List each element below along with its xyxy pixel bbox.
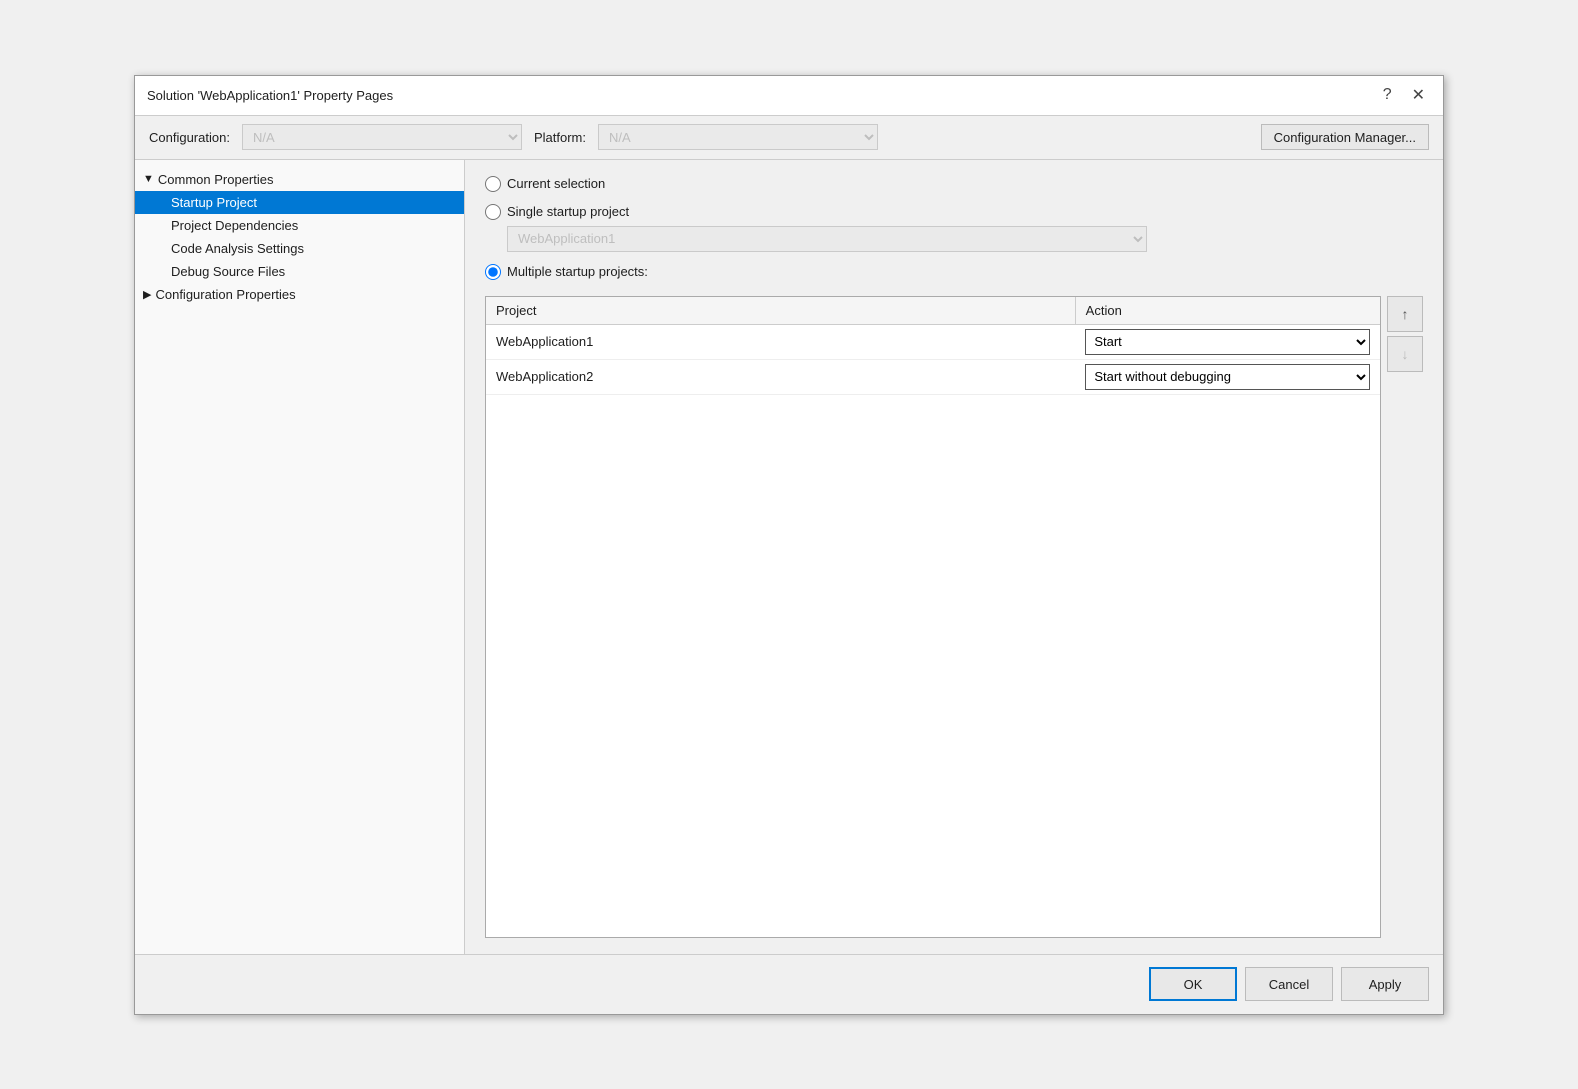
configuration-select[interactable]: N/A xyxy=(242,124,522,150)
main-content: ▼ Common Properties Startup Project Proj… xyxy=(135,160,1443,954)
dialog-title: Solution 'WebApplication1' Property Page… xyxy=(147,88,393,103)
single-project-select[interactable]: WebApplication1 xyxy=(507,226,1147,252)
startup-radio-group: Current selection Single startup project… xyxy=(485,176,1423,280)
action-cell[interactable]: None Start Start without debugging xyxy=(1075,325,1380,359)
sidebar-item-code-analysis[interactable]: Code Analysis Settings xyxy=(135,237,464,260)
table-header: Project Action xyxy=(486,297,1380,325)
sidebar: ▼ Common Properties Startup Project Proj… xyxy=(135,160,465,954)
project-name-cell: WebApplication2 xyxy=(486,365,1075,388)
table-row: WebApplication2 None Start Start without… xyxy=(486,360,1380,395)
platform-select[interactable]: N/A xyxy=(598,124,878,150)
multiple-startup-section: Project Action WebApplication1 None Star… xyxy=(485,296,1423,938)
sidebar-item-project-dependencies[interactable]: Project Dependencies xyxy=(135,214,464,237)
help-button[interactable]: ? xyxy=(1377,84,1398,106)
configuration-label: Configuration: xyxy=(149,130,230,145)
config-bar: Configuration: N/A Platform: N/A Configu… xyxy=(135,116,1443,160)
multiple-startup-radio[interactable] xyxy=(485,264,501,280)
close-button[interactable]: ✕ xyxy=(1406,83,1431,107)
current-selection-row: Current selection xyxy=(485,176,1423,192)
single-startup-label[interactable]: Single startup project xyxy=(507,204,629,219)
project-name-cell: WebApplication1 xyxy=(486,330,1075,353)
multiple-startup-row: Multiple startup projects: xyxy=(485,264,1423,280)
current-selection-label[interactable]: Current selection xyxy=(507,176,605,191)
current-selection-radio[interactable] xyxy=(485,176,501,192)
platform-label: Platform: xyxy=(534,130,586,145)
common-properties-label: Common Properties xyxy=(158,172,274,187)
property-pages-dialog: Solution 'WebApplication1' Property Page… xyxy=(134,75,1444,1015)
right-panel: Current selection Single startup project… xyxy=(465,160,1443,954)
col-action-header: Action xyxy=(1076,297,1380,324)
table-row: WebApplication1 None Start Start without… xyxy=(486,325,1380,360)
move-down-button[interactable]: ↓ xyxy=(1387,336,1423,372)
projects-table: Project Action WebApplication1 None Star… xyxy=(485,296,1381,938)
single-startup-section: Single startup project WebApplication1 xyxy=(485,204,1423,252)
arrow-buttons: ↑ ↓ xyxy=(1387,296,1423,938)
config-properties-label: Configuration Properties xyxy=(155,287,295,302)
sidebar-item-debug-source[interactable]: Debug Source Files xyxy=(135,260,464,283)
footer: OK Cancel Apply xyxy=(135,954,1443,1014)
common-properties-header[interactable]: ▼ Common Properties xyxy=(135,168,464,191)
table-and-arrows: Project Action WebApplication1 None Star… xyxy=(485,296,1423,938)
common-properties-arrow: ▼ xyxy=(143,173,154,185)
col-project-header: Project xyxy=(486,297,1076,324)
sidebar-item-startup-project[interactable]: Startup Project xyxy=(135,191,464,214)
multiple-startup-label[interactable]: Multiple startup projects: xyxy=(507,264,648,279)
ok-button[interactable]: OK xyxy=(1149,967,1237,1001)
action-select-row2[interactable]: None Start Start without debugging xyxy=(1085,364,1370,390)
config-manager-button[interactable]: Configuration Manager... xyxy=(1261,124,1429,150)
single-startup-row: Single startup project xyxy=(485,204,1423,220)
apply-button[interactable]: Apply xyxy=(1341,967,1429,1001)
title-bar: Solution 'WebApplication1' Property Page… xyxy=(135,76,1443,116)
single-startup-radio[interactable] xyxy=(485,204,501,220)
action-select-row1[interactable]: None Start Start without debugging xyxy=(1085,329,1370,355)
config-properties-arrow: ▶ xyxy=(143,288,151,301)
move-up-button[interactable]: ↑ xyxy=(1387,296,1423,332)
config-properties-header[interactable]: ▶ Configuration Properties xyxy=(135,283,464,306)
title-bar-actions: ? ✕ xyxy=(1377,83,1431,107)
action-cell[interactable]: None Start Start without debugging xyxy=(1075,360,1380,394)
cancel-button[interactable]: Cancel xyxy=(1245,967,1333,1001)
